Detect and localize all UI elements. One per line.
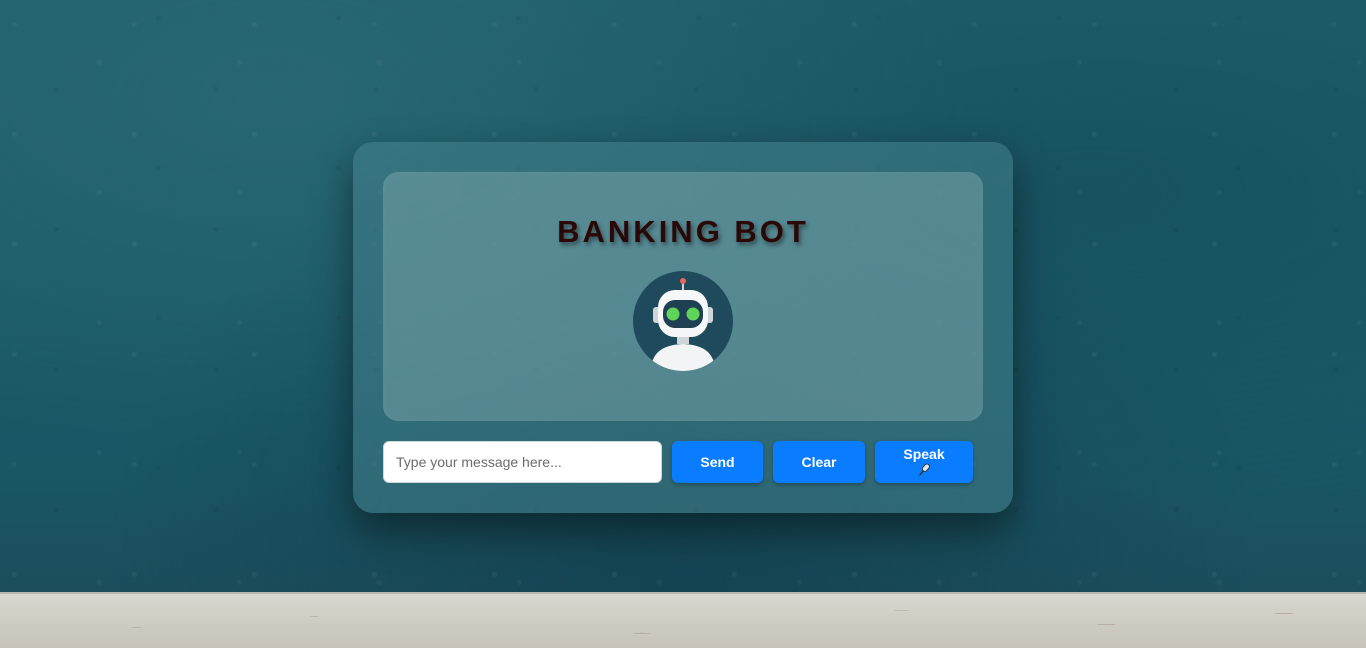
message-input[interactable] bbox=[383, 441, 662, 483]
speak-button-label: Speak bbox=[903, 445, 945, 462]
chat-window: BANKING BOT bbox=[383, 172, 983, 421]
send-button[interactable]: Send bbox=[672, 441, 763, 483]
clear-button-label: Clear bbox=[801, 454, 837, 470]
clear-button[interactable]: Clear bbox=[773, 441, 865, 483]
chatbot-card: BANKING BOT Type your message here... Se… bbox=[353, 142, 1013, 513]
background-floor bbox=[0, 592, 1366, 648]
send-button-label: Send bbox=[700, 454, 735, 470]
robot-icon bbox=[633, 271, 733, 371]
microphone-icon bbox=[918, 463, 930, 476]
bot-title: BANKING BOT bbox=[557, 214, 809, 249]
speak-button[interactable]: Speak bbox=[875, 441, 973, 483]
composer-row: Send Clear Speak bbox=[383, 441, 983, 483]
